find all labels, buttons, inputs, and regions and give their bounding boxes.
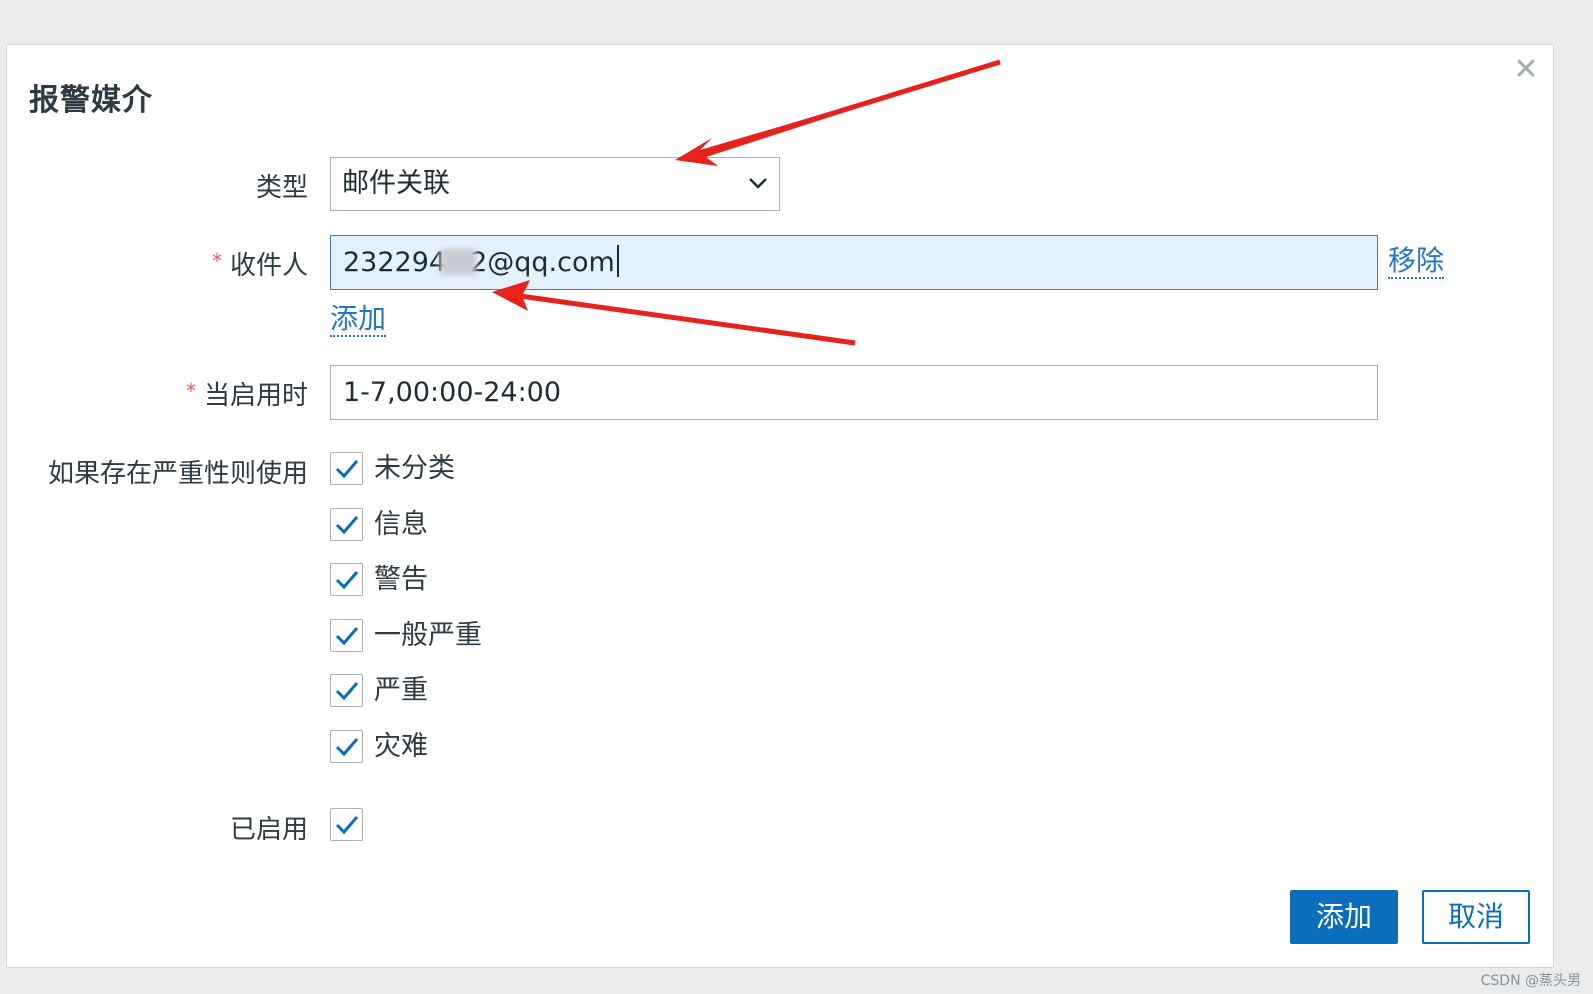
when-active-label-text: 当启用时: [203, 381, 308, 411]
text-caret: [616, 245, 619, 277]
dialog-title: 报警媒介: [29, 83, 153, 118]
cancel-button[interactable]: 取消: [1422, 890, 1530, 944]
close-icon[interactable]: ✕: [1513, 55, 1539, 85]
required-mark: *: [185, 379, 196, 403]
checkmark-icon: [335, 571, 359, 590]
severity-checkbox[interactable]: [330, 563, 363, 596]
severity-checkbox-label: 严重: [374, 675, 428, 706]
when-active-label: * 当启用时: [186, 375, 308, 412]
media-dialog: 报警媒介 ✕ 类型 邮件关联 * 收件人 232294 2@qq.com 移除 添加…: [6, 44, 1554, 968]
chevron-down-icon: [749, 178, 767, 189]
watermark: CSDN @蒸头男: [1480, 973, 1581, 989]
checkmark-icon: [335, 816, 359, 835]
enabled-checkbox[interactable]: [330, 808, 363, 841]
severity-label: 如果存在严重性则使用: [47, 459, 308, 489]
severity-checkbox-label: 未分类: [374, 453, 455, 484]
severity-checkbox-label: 警告: [374, 564, 428, 595]
redacted-blur: [440, 249, 477, 275]
type-label: 类型: [255, 173, 308, 203]
checkmark-icon: [335, 682, 359, 701]
severity-checkbox[interactable]: [330, 619, 363, 652]
add-recipient-link[interactable]: 添加: [330, 303, 387, 337]
type-select[interactable]: 邮件关联: [330, 157, 780, 211]
recipient-value-suffix: 2@qq.com: [470, 247, 615, 278]
checkmark-icon: [335, 460, 359, 479]
checkmark-icon: [335, 627, 359, 646]
severity-checkbox[interactable]: [330, 730, 363, 763]
checkmark-icon: [335, 516, 359, 535]
severity-checkbox-label: 信息: [374, 509, 428, 540]
recipient-label-text: 收件人: [229, 251, 308, 281]
type-select-value: 邮件关联: [342, 168, 450, 199]
recipient-value-prefix: 232294: [343, 247, 447, 278]
recipient-input[interactable]: 232294 2@qq.com: [330, 235, 1378, 290]
required-mark: *: [211, 249, 222, 273]
add-button[interactable]: 添加: [1290, 890, 1398, 944]
severity-checkbox[interactable]: [330, 452, 363, 485]
severity-checkbox-label: 一般严重: [374, 620, 482, 651]
remove-recipient-link[interactable]: 移除: [1388, 245, 1445, 279]
recipient-label: * 收件人: [212, 245, 308, 282]
severity-checkbox[interactable]: [330, 508, 363, 541]
enabled-label: 已启用: [229, 815, 308, 845]
severity-checkbox[interactable]: [330, 674, 363, 707]
when-active-input[interactable]: 1-7,00:00-24:00: [330, 365, 1378, 420]
checkmark-icon: [335, 738, 359, 757]
severity-checkbox-label: 灾难: [374, 731, 428, 762]
